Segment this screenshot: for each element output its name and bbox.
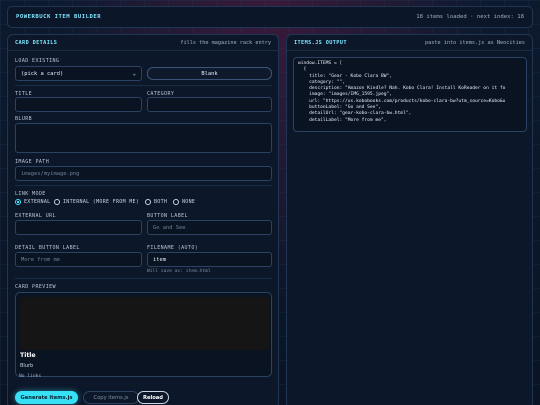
blurb-label: BLURB <box>15 116 33 122</box>
blurb-textarea[interactable] <box>15 123 272 153</box>
card-details-subheading: fills the magazine rack entry <box>180 39 271 46</box>
image-path-label: IMAGE PATH <box>15 159 50 165</box>
preview-title: Title <box>20 352 36 359</box>
items-output-heading: ITEMS.JS OUTPUT <box>294 39 347 46</box>
items-output-panel: ITEMS.JS OUTPUT paste into items.js as N… <box>286 34 533 405</box>
card-preview: Title Blurb <box>15 292 272 377</box>
detail-button-label-input[interactable]: More from me <box>15 252 142 267</box>
filename-hint: Will save as: item.html <box>147 269 211 274</box>
link-mode-internal-label: INTERNAL (MORE FROM ME) <box>63 199 140 205</box>
category-input[interactable] <box>147 97 272 112</box>
chevron-down-icon: ⌄ <box>132 70 136 77</box>
load-existing-select[interactable]: (pick a card) ⌄ <box>15 66 142 81</box>
preview-links: No links <box>19 374 42 379</box>
image-path-input[interactable]: images/myimage.png <box>15 166 272 181</box>
link-mode-none-label: NONE <box>182 199 196 205</box>
link-mode-external[interactable]: EXTERNAL <box>15 199 50 205</box>
generate-button[interactable]: Generate items.js <box>15 391 78 404</box>
radio-icon <box>54 199 60 205</box>
button-label-label: BUTTON LABEL <box>147 213 188 219</box>
card-preview-label: CARD PREVIEW <box>15 284 56 290</box>
detail-button-label-label: DETAIL BUTTON LABEL <box>15 245 80 251</box>
items-status: 18 items loaded · next index: 18 <box>416 14 524 20</box>
card-details-heading: CARD DETAILS <box>15 39 58 46</box>
external-url-input[interactable] <box>15 220 142 235</box>
app-title: POWERBUCK ITEM BUILDER <box>16 14 102 20</box>
divider <box>15 278 272 279</box>
title-input[interactable] <box>15 97 142 112</box>
filename-input[interactable]: item <box>147 252 272 267</box>
radio-selected-icon <box>15 199 21 205</box>
card-details-header: CARD DETAILS fills the magazine rack ent… <box>8 35 278 51</box>
reload-button[interactable]: Reload <box>137 391 169 404</box>
link-mode-none[interactable]: NONE <box>173 199 195 205</box>
radio-icon <box>145 199 151 205</box>
filename-label: FILENAME (AUTO) <box>147 245 199 251</box>
card-details-panel: CARD DETAILS fills the magazine rack ent… <box>7 34 279 405</box>
items-output-code[interactable]: window.ITEMS = [ { title: "Gear - Kobo C… <box>293 57 527 132</box>
link-mode-both-label: BOTH <box>154 199 168 205</box>
load-existing-label: LOAD EXISTING <box>15 58 60 64</box>
link-mode-internal[interactable]: INTERNAL (MORE FROM ME) <box>54 199 139 205</box>
link-mode-external-label: EXTERNAL <box>24 199 51 205</box>
items-output-header: ITEMS.JS OUTPUT paste into items.js as N… <box>287 35 532 51</box>
items-output-subheading: paste into items.js as Neocities <box>425 39 525 46</box>
filename-value: item <box>153 256 166 263</box>
divider <box>15 185 272 186</box>
load-existing-value: (pick a card) <box>21 70 64 77</box>
external-url-label: EXTERNAL URL <box>15 213 56 219</box>
detail-button-label-placeholder: More from me <box>21 256 60 263</box>
image-path-placeholder: images/myimage.png <box>21 170 80 177</box>
blank-button[interactable]: Blank <box>147 67 272 80</box>
preview-blurb: Blurb <box>20 363 34 369</box>
divider <box>15 85 272 86</box>
link-mode-both[interactable]: BOTH <box>145 199 167 205</box>
button-label-input[interactable]: Go and See <box>147 220 272 235</box>
preview-image <box>20 297 269 350</box>
link-mode-label: LINK MODE <box>15 191 46 197</box>
button-label-placeholder: Go and See <box>153 224 186 231</box>
top-bar: POWERBUCK ITEM BUILDER 18 items loaded ·… <box>7 6 533 28</box>
copy-button[interactable]: Copy items.js <box>83 391 139 404</box>
radio-icon <box>173 199 179 205</box>
